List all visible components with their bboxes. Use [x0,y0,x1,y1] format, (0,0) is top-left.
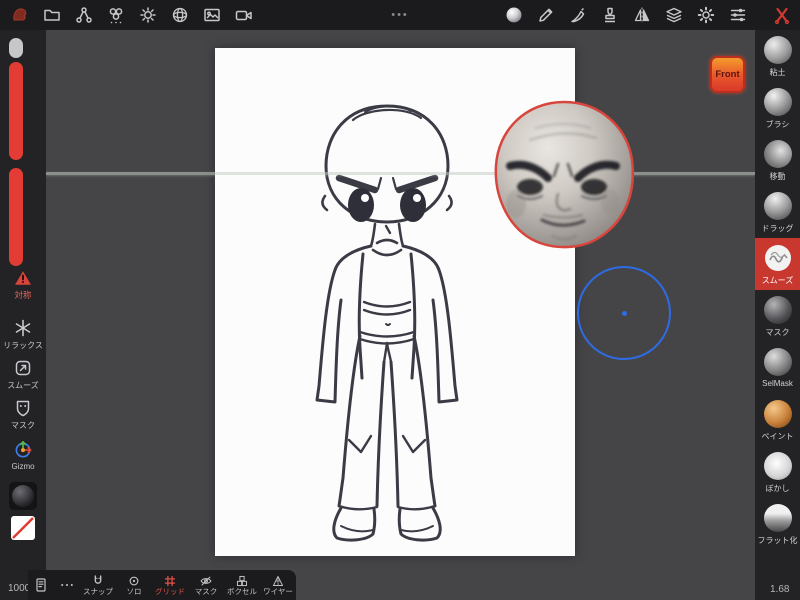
layers-icon[interactable] [658,0,690,30]
grid-icon [164,575,176,587]
tool-brush[interactable]: ブラシ [755,82,800,134]
mask-visibility-toggle[interactable]: マスク [188,570,224,600]
selmask-brush-icon [763,348,792,376]
sculpted-head-object[interactable] [486,94,646,256]
tool-flatten[interactable]: フラット化 [755,498,800,550]
mask-tool-left[interactable]: マスク [0,398,46,431]
vertex-count: 1000 [8,583,31,594]
relax-icon [15,319,31,337]
top-toolbar: ••• [0,0,800,30]
pencil-icon[interactable] [530,0,562,30]
materials-icon[interactable] [100,0,132,30]
left-tool-panel: 対称 リラックス スムーズ マスク Gizmo 1000 [0,30,46,600]
tool-clay[interactable]: 粘土 [755,30,800,82]
mask-brush-icon [763,296,792,324]
solo-toggle[interactable]: ソロ [116,570,152,600]
paint-brush-icon [763,400,792,428]
material-ball [12,485,34,507]
material-sphere-thumbnail[interactable] [9,482,37,510]
symmetry-warning-icon[interactable] [0,270,46,286]
wireframe-toggle[interactable]: ワイヤー [260,570,296,600]
blur-brush-icon [763,452,792,480]
scale-indicator: 1.68 [770,584,790,595]
environment-icon[interactable] [164,0,196,30]
magnet-icon [94,575,102,584]
lighting-icon[interactable] [132,0,164,30]
relax-tool[interactable]: リラックス [0,318,46,351]
app-logo-icon[interactable] [4,0,36,30]
tool-smooth-selected[interactable]: スムーズ [755,238,800,290]
horizon-grid-line [46,172,755,175]
mask-eye-icon [200,576,212,586]
brush-cursor[interactable] [577,266,671,360]
image-icon[interactable] [196,0,228,30]
smooth-tool-left[interactable]: スムーズ [0,358,46,391]
voxel-toggle[interactable]: ボクセル [224,570,260,600]
gizmo-tool[interactable]: Gizmo [0,438,46,471]
intensity-slider[interactable] [9,168,23,266]
top-toolbar-right-group [498,0,798,30]
tool-selmask[interactable]: SelMask [755,342,800,394]
clay-brush-icon [763,36,792,64]
mask-icon [16,400,30,417]
radius-slider[interactable] [9,62,23,160]
bottom-toolbar: スナップ ソロ グリッド マスク ボクセル ワイヤー [28,570,296,600]
brush-slider-knob[interactable] [9,38,23,58]
left-tool-list: リラックス スムーズ マスク Gizmo [0,318,46,540]
gizmo-icon [15,441,32,458]
texture-none-thumbnail[interactable] [11,516,35,540]
more-options-icon[interactable] [54,570,80,600]
paint-knife-icon[interactable] [562,0,594,30]
notes-icon[interactable] [28,570,54,600]
right-brush-panel: 粘土 ブラシ 移動 ドラッグ スムーズ マスク SelMask ペイント ぼかし… [755,30,800,600]
folder-icon[interactable] [36,0,68,30]
gear-icon[interactable] [690,0,722,30]
flatten-brush-icon [763,504,792,532]
top-toolbar-left-group [4,0,260,30]
symmetry-label: 対称 [14,290,32,300]
voxel-icon [236,575,248,587]
wireframe-icon [272,575,284,587]
symmetry-icon[interactable] [626,0,658,30]
brush-icon [763,88,792,116]
front-view-button[interactable]: Front [710,56,745,93]
brush-cursor-center [621,310,627,316]
tool-blur[interactable]: ぼかし [755,446,800,498]
camera-icon[interactable] [228,0,260,30]
sliders-icon[interactable] [722,0,754,30]
snap-toggle[interactable]: スナップ [80,570,116,600]
tool-mask[interactable]: マスク [755,290,800,342]
matcap-sphere-icon[interactable] [498,0,530,30]
stamp-icon[interactable] [594,0,626,30]
sculpt-app-window: Front ••• 対称 リラックス スムーズ マスク Gizmo 1000 粘… [0,0,800,600]
tool-drag[interactable]: ドラッグ [755,186,800,238]
red-cross-tools-icon[interactable] [766,0,798,30]
tool-paint[interactable]: ペイント [755,394,800,446]
drag-brush-icon [763,192,792,220]
scene-graph-icon[interactable] [68,0,100,30]
grid-toggle[interactable]: グリッド [152,570,188,600]
move-brush-icon [763,140,792,168]
tool-move[interactable]: 移動 [755,134,800,186]
smooth-icon [15,360,31,376]
solo-icon [129,576,139,586]
smooth-brush-icon [764,245,791,271]
